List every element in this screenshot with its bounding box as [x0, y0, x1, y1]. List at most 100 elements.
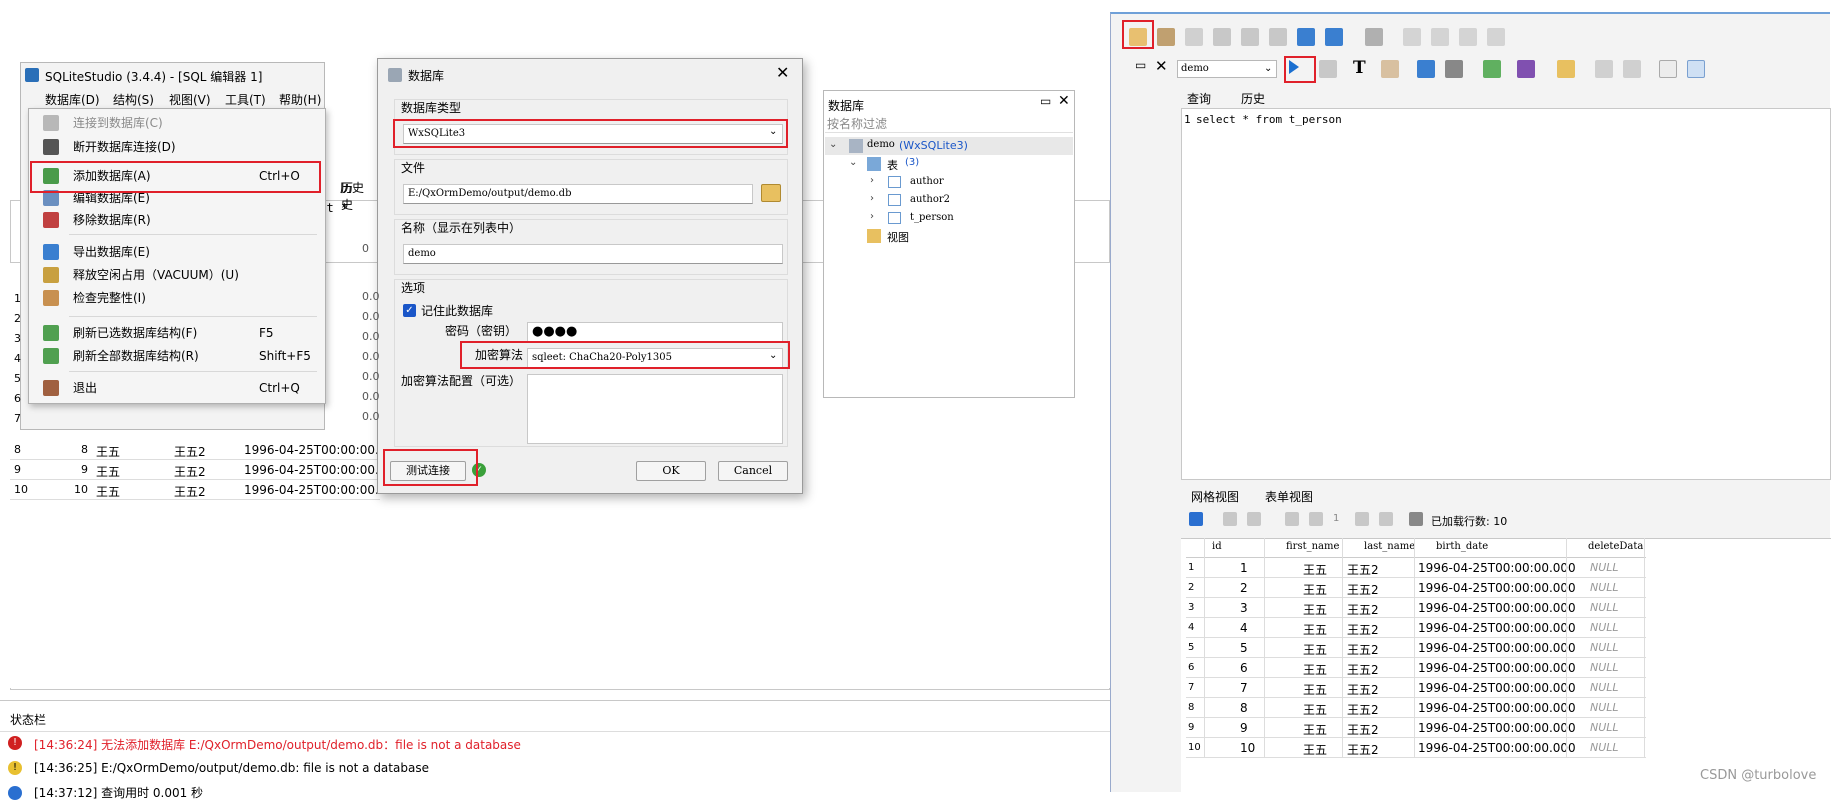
table-row[interactable]	[1186, 578, 1646, 598]
db-select[interactable]: demo ⌄	[1177, 60, 1277, 78]
menu-item-connect[interactable]: 连接到数据库(C)	[29, 112, 327, 134]
close-icon[interactable]: ✕	[1058, 93, 1070, 109]
table-row[interactable]	[1186, 558, 1646, 578]
cell-first-name[interactable]: 王五	[1303, 641, 1327, 658]
cell-last-name[interactable]: 王五2	[1347, 581, 1379, 598]
cell-null[interactable]: NULL	[1590, 641, 1619, 654]
table-row[interactable]	[1186, 718, 1646, 738]
execute-query-icon[interactable]	[1289, 60, 1299, 74]
cube-icon[interactable]	[1269, 28, 1287, 46]
db-node[interactable]: ⌄ demo (WxSQLite3)	[825, 137, 1073, 155]
cell-last-name[interactable]: 王五2	[1347, 721, 1379, 738]
load-file-icon[interactable]	[1483, 60, 1501, 78]
new-sql-editor-icon[interactable]	[1129, 28, 1147, 46]
file-input[interactable]: E:/QxOrmDemo/output/demo.db	[403, 184, 753, 204]
tab-query[interactable]: 查询	[1187, 90, 1211, 107]
cell-null[interactable]: NULL	[1590, 621, 1619, 634]
cell-last-name[interactable]: 王五2	[1347, 641, 1379, 658]
first-page-icon[interactable]	[1285, 512, 1299, 526]
cell-first-name[interactable]: 王五	[1303, 581, 1327, 598]
cipher-config-textarea[interactable]	[527, 374, 783, 444]
print-icon[interactable]	[1409, 512, 1423, 526]
remember-checkbox[interactable]: ✓	[403, 304, 416, 317]
menu-item-export[interactable]: 导出数据库(E)	[29, 241, 327, 263]
menu-item-vacuum[interactable]: 释放空闲占用（VACUUM）(U)	[29, 264, 327, 286]
function-icon[interactable]	[1185, 28, 1203, 46]
tab-form-view[interactable]: 表单视图	[1265, 488, 1313, 505]
table-row[interactable]	[1186, 658, 1646, 678]
close-icon[interactable]: ✕	[776, 63, 789, 82]
refresh-icon[interactable]	[1189, 512, 1203, 526]
save-icon[interactable]	[1517, 60, 1535, 78]
cell-birth-date[interactable]: 1996-04-25T00:00:00.000	[1418, 701, 1576, 715]
tables-node[interactable]: ⌄ 表 (3)	[825, 155, 1073, 173]
folder-icon[interactable]	[761, 184, 781, 202]
tile-icon[interactable]	[1403, 28, 1421, 46]
cipher-select[interactable]: sqleet: ChaCha20-Poly1305	[527, 348, 783, 368]
cell-last-name[interactable]: 王五2	[1347, 621, 1379, 638]
cell-null[interactable]: NULL	[1590, 701, 1619, 714]
column-header[interactable]: birth_date	[1436, 541, 1488, 552]
cell-birth-date[interactable]: 1996-04-25T00:00:00.000	[1418, 661, 1576, 675]
last-page-icon[interactable]	[1379, 512, 1393, 526]
table-node[interactable]: › t_person	[824, 209, 1072, 227]
cell-birth-date[interactable]: 1996-04-25T00:00:00.000	[1418, 721, 1576, 735]
menu-view[interactable]: 视图(V)	[169, 91, 211, 108]
history-tab-left[interactable]: 历史	[340, 179, 364, 196]
cell-birth-date[interactable]: 1996-04-25T00:00:00.000	[1418, 681, 1576, 695]
tab-grid-view[interactable]: 网格视图	[1191, 488, 1239, 505]
cell-first-name[interactable]: 王五	[1303, 721, 1327, 738]
table-row[interactable]	[1186, 598, 1646, 618]
cell-id[interactable]: 8	[1240, 701, 1248, 715]
cell-first-name[interactable]: 王五	[1303, 661, 1327, 678]
cell-birth-date[interactable]: 1996-04-25T00:00:00.000	[1418, 641, 1576, 655]
table-row[interactable]	[1186, 638, 1646, 658]
cell-null[interactable]: NULL	[1590, 741, 1619, 754]
prev-page-icon[interactable]	[1309, 512, 1323, 526]
name-input[interactable]: demo	[403, 244, 783, 264]
layout-single-icon[interactable]	[1659, 60, 1677, 78]
format-sql-icon[interactable]: T	[1353, 58, 1366, 78]
cell-id[interactable]: 4	[1240, 621, 1248, 635]
rollback-icon[interactable]	[1247, 512, 1261, 526]
cell-birth-date[interactable]: 1996-04-25T00:00:00.000	[1418, 601, 1576, 615]
next-page-icon[interactable]	[1355, 512, 1369, 526]
menu-structure[interactable]: 结构(S)	[113, 91, 154, 108]
menu-item-refresh-all[interactable]: 刷新全部数据库结构(R) Shift+F5	[29, 345, 327, 367]
find-replace-icon[interactable]	[1623, 60, 1641, 78]
cell-null[interactable]: NULL	[1590, 721, 1619, 734]
menu-help[interactable]: 帮助(H)	[279, 91, 321, 108]
cell-first-name[interactable]: 王五	[1303, 561, 1327, 578]
table-node[interactable]: › author2	[824, 191, 1072, 209]
cell-birth-date[interactable]: 1996-04-25T00:00:00.000	[1418, 561, 1576, 575]
cell-last-name[interactable]: 王五2	[1347, 741, 1379, 758]
cascade-icon[interactable]	[1487, 28, 1505, 46]
menu-tools[interactable]: 工具(T)	[225, 91, 266, 108]
export-icon[interactable]	[1325, 28, 1343, 46]
close-icon[interactable]: ✕	[1155, 57, 1168, 75]
cell-id[interactable]: 1	[1240, 561, 1248, 575]
cell-last-name[interactable]: 王五2	[1347, 701, 1379, 718]
cell-id[interactable]: 6	[1240, 661, 1248, 675]
cell-id[interactable]: 3	[1240, 601, 1248, 615]
export-results-icon[interactable]	[1417, 60, 1435, 78]
cell-null[interactable]: NULL	[1590, 601, 1619, 614]
cell-last-name[interactable]: 王五2	[1347, 661, 1379, 678]
find-icon[interactable]	[1595, 60, 1613, 78]
commit-icon[interactable]	[1223, 512, 1237, 526]
cell-id[interactable]: 2	[1240, 581, 1248, 595]
cell-first-name[interactable]: 王五	[1303, 601, 1327, 618]
cancel-button[interactable]: Cancel	[718, 461, 788, 481]
restore-icon[interactable]: ▭	[1135, 58, 1146, 72]
menu-item-edit-database[interactable]: 编辑数据库(E)	[29, 187, 327, 209]
layout-split-icon[interactable]	[1687, 60, 1705, 78]
menu-item-refresh-selected[interactable]: 刷新已选数据库结构(F) F5	[29, 322, 327, 344]
cell-null[interactable]: NULL	[1590, 581, 1619, 594]
cell-last-name[interactable]: 王五2	[1347, 601, 1379, 618]
cell-first-name[interactable]: 王五	[1303, 701, 1327, 718]
open-folder-icon[interactable]	[1557, 60, 1575, 78]
tab-history[interactable]: 历史	[1241, 90, 1265, 107]
cell-first-name[interactable]: 王五	[1303, 741, 1327, 758]
test-connection-button[interactable]: 测试连接	[390, 461, 466, 481]
table-row[interactable]	[1186, 698, 1646, 718]
